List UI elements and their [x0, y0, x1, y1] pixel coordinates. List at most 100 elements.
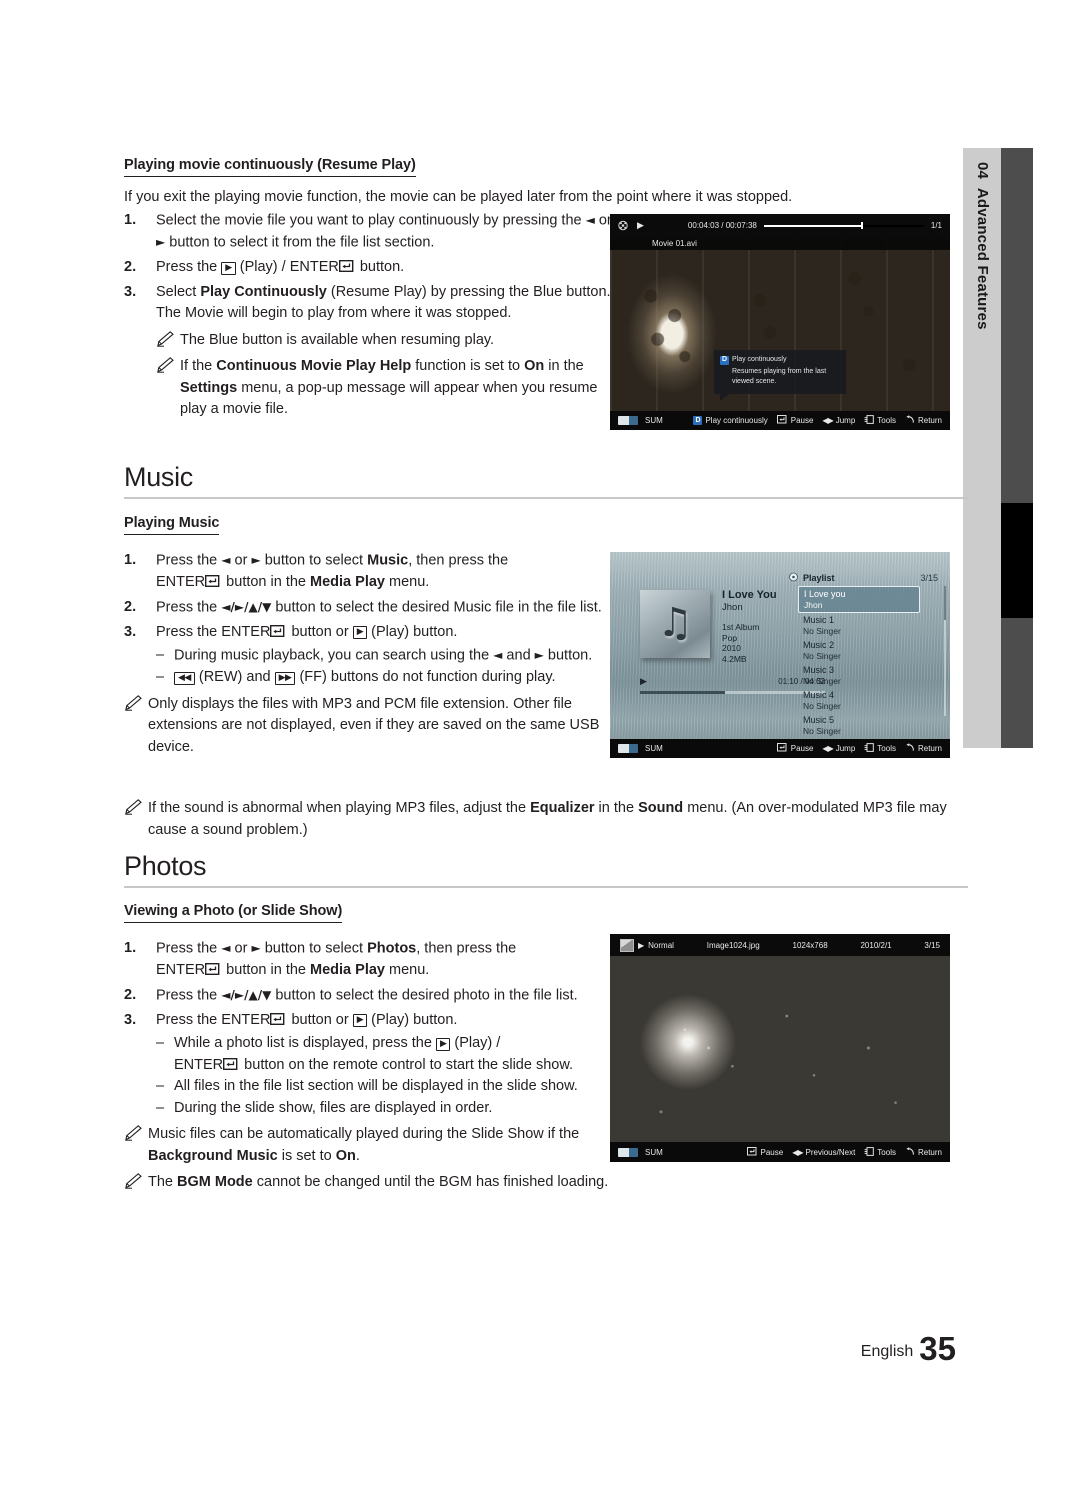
- now-playing-meta: I Love You Jhon 1st Album Pop 2010 4.2MB: [722, 589, 777, 664]
- list-item[interactable]: Music 4 No Singer: [798, 688, 920, 713]
- action-pause[interactable]: Pause: [746, 1146, 783, 1158]
- step-text-a: Press the: [156, 1011, 222, 1028]
- pencil-icon: [124, 1173, 143, 1190]
- play-icon: ▶: [640, 676, 647, 686]
- playlist-item-artist: No Singer: [803, 675, 841, 686]
- popup-tail: [720, 394, 729, 401]
- note-text-a: If the: [180, 358, 217, 374]
- action-tools[interactable]: Tools: [864, 1146, 896, 1158]
- music-actions: Pause ◀▶ Jump Tools Return: [776, 743, 942, 754]
- usb-icon: [618, 1147, 638, 1157]
- action-label: Tools: [877, 744, 896, 753]
- note-text-b: in the: [594, 800, 639, 816]
- popup-title: Play continuously: [732, 356, 787, 363]
- playlist-label: Playlist: [803, 573, 835, 583]
- note-text-a: If the sound is abnormal when playing MP…: [148, 800, 531, 816]
- resume-play-steps: 1. Select the movie file you want to pla…: [124, 210, 618, 424]
- step-text-d: , then press the: [416, 940, 517, 957]
- music-note-icon: ♫: [657, 599, 693, 646]
- note-bold-2: Sound: [638, 800, 684, 816]
- note-text-a: The: [148, 1174, 178, 1190]
- popup-title-row: D Play continuously: [720, 355, 840, 365]
- action-return[interactable]: Return: [905, 415, 942, 426]
- music-source[interactable]: SUM: [618, 744, 663, 753]
- step-number: 1.: [124, 552, 137, 568]
- note-bold-2: On: [524, 358, 545, 374]
- action-return[interactable]: Return: [905, 743, 942, 754]
- now-playing-artist: Jhon: [722, 601, 743, 613]
- enter-key-icon: [205, 573, 222, 588]
- step-text-a: Press the: [156, 259, 222, 275]
- step-text-b: or: [230, 552, 252, 569]
- rewind-key-icon: ◀◀: [174, 671, 195, 685]
- progress-knob[interactable]: [861, 221, 864, 229]
- step-text-d: , then press the: [408, 552, 509, 569]
- photos-substep-list: – While a photo list is displayed, press…: [156, 1033, 618, 1119]
- meta-genre: Pop: [722, 632, 738, 643]
- play-key-icon: ▶: [352, 1014, 368, 1027]
- step-text-f: menu.: [384, 574, 430, 590]
- film-reel-icon: [618, 220, 631, 231]
- step-text-b: or: [230, 940, 252, 957]
- note-text-b: cannot be changed until the BGM has fini…: [252, 1174, 609, 1190]
- movie-progress-bar[interactable]: [763, 221, 924, 229]
- list-item[interactable]: Music 5 No Singer: [798, 713, 920, 738]
- action-play-continuously[interactable]: D Play continuously: [693, 416, 768, 425]
- playlist-scrollbar[interactable]: [944, 586, 946, 716]
- music-step-2: 2. Press the ◄/►/▲/▼ button to select th…: [124, 597, 618, 619]
- action-label: Return: [917, 416, 942, 425]
- right-arrow-icon: ►: [251, 553, 261, 567]
- step-number: 1.: [124, 940, 137, 956]
- step-text-a: Press the: [156, 552, 222, 569]
- section-divider: [124, 497, 968, 499]
- step-text-bold-2: Media Play: [310, 962, 385, 978]
- action-return[interactable]: Return: [905, 1146, 942, 1158]
- action-previous-next[interactable]: ◀▶ Previous/Next: [792, 1148, 855, 1157]
- action-tools[interactable]: Tools: [864, 415, 896, 426]
- photos-step-1: 1. Press the ◄ or ► button to select Pho…: [124, 938, 618, 982]
- action-label: Jump: [835, 416, 856, 425]
- chapter-bar-upper: [1001, 148, 1033, 503]
- left-right-icon: ◀▶: [792, 1147, 803, 1157]
- playlist-item-title: Music 2: [803, 639, 835, 650]
- pencil-icon: [124, 694, 143, 712]
- playlist-item-artist: No Singer: [803, 725, 841, 736]
- music-substep-list: – During music playback, you can search …: [156, 645, 618, 689]
- action-pause[interactable]: Pause: [776, 415, 813, 426]
- photos-substep-1: – While a photo list is displayed, press…: [156, 1033, 618, 1076]
- step-text-c: button to select it from the file list s…: [165, 234, 435, 251]
- substep-text-b: (Play) /: [450, 1035, 501, 1051]
- pencil-icon: [124, 1125, 143, 1142]
- step-text-b: button.: [355, 259, 405, 275]
- movie-player-screenshot: ▶ 00:04:03 / 00:07:38 1/1 Movie 01.avi D…: [610, 214, 950, 430]
- playlist-item-artist: No Singer: [803, 625, 841, 636]
- playing-music-block: Playing Music 1. Press the ◄ or ► button…: [124, 514, 618, 758]
- tools-icon: [864, 1146, 875, 1158]
- action-tools[interactable]: Tools: [864, 743, 896, 754]
- page-footer: English 35: [0, 1330, 1080, 1368]
- photo-thumbnail-icon: [620, 938, 634, 952]
- action-pause[interactable]: Pause: [776, 743, 813, 754]
- list-item[interactable]: Music 1 No Singer: [798, 613, 920, 638]
- dash-marker: –: [156, 1035, 165, 1051]
- right-arrow-icon: ►: [534, 648, 544, 662]
- list-item[interactable]: Music 3 No Singer: [798, 663, 920, 688]
- step-text-a: Press the: [156, 623, 222, 640]
- music-section-title: Music: [124, 462, 194, 492]
- substep-text-enter: ENTER: [174, 1056, 224, 1073]
- action-jump[interactable]: ◀▶ Jump: [822, 744, 855, 753]
- viewing-photo-heading: Viewing a Photo (or Slide Show): [124, 903, 342, 923]
- action-jump[interactable]: ◀▶ Jump: [822, 416, 855, 425]
- photo-source[interactable]: SUM: [618, 1147, 663, 1157]
- photos-step-list: 1. Press the ◄ or ► button to select Pho…: [124, 938, 618, 1119]
- list-item[interactable]: I Love you Jhon: [798, 586, 920, 613]
- photo-source-label: SUM: [645, 1147, 663, 1157]
- playlist-count: 3/15: [920, 573, 938, 583]
- photo-actions: Pause ◀▶ Previous/Next Tools Return: [746, 1146, 942, 1158]
- list-item[interactable]: Music 2 No Singer: [798, 638, 920, 663]
- scrollbar-thumb[interactable]: [944, 586, 946, 620]
- left-arrow-icon: ◄: [221, 941, 231, 955]
- movie-source[interactable]: SUM: [618, 416, 663, 425]
- photo-resolution: 1024x768: [792, 940, 828, 950]
- step-text-f: menu.: [384, 962, 430, 978]
